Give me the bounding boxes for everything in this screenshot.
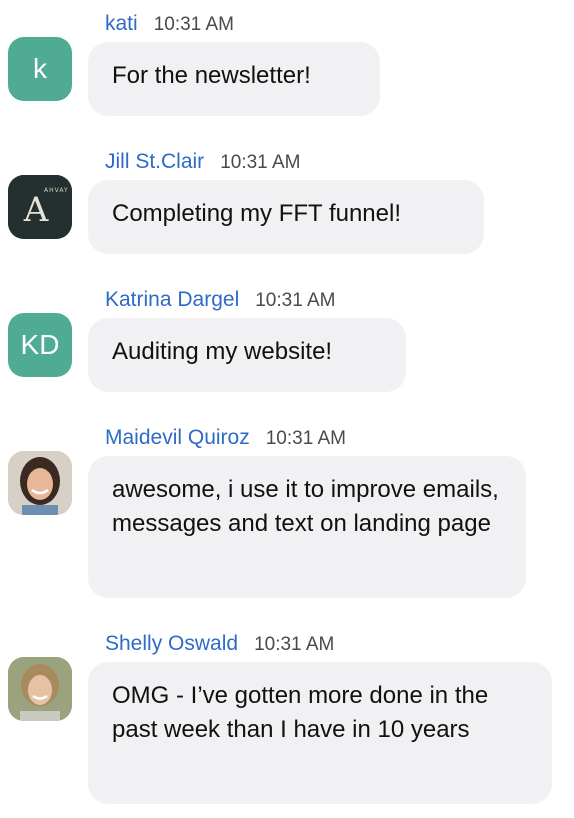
avatar[interactable]: k [8,37,72,101]
message-time: 10:31 AM [255,290,336,311]
avatar[interactable] [8,657,72,721]
message-header: kati 10:31 AM [105,12,234,36]
message-text: Auditing my website! [112,338,333,365]
message-header: Shelly Oswald 10:31 AM [105,632,334,656]
sender-name[interactable]: kati [105,12,138,35]
message-time: 10:31 AM [220,152,301,173]
svg-text:A: A [23,190,49,230]
message-bubble[interactable]: OMG - I’ve gotten more done in the past … [88,662,552,804]
sender-name[interactable]: Jill St.Clair [105,150,204,173]
message-time: 10:31 AM [153,14,234,35]
message-header: Maidevil Quiroz 10:31 AM [105,426,346,450]
avatar[interactable] [8,451,72,515]
message-bubble[interactable]: Auditing my website! [88,318,406,392]
svg-text:AHVAY: AHVAY [44,187,69,194]
sender-name[interactable]: Shelly Oswald [105,632,238,655]
ahvay-logo-icon: A AHVAY [8,175,72,239]
message-text: awesome, i use it to improve emails, mes… [112,476,499,537]
message-text: For the newsletter! [112,62,311,89]
message-text: Completing my FFT funnel! [112,200,401,227]
message-text: OMG - I’ve gotten more done in the past … [112,682,489,743]
message-header: Katrina Dargel 10:31 AM [105,288,336,312]
person-photo-icon [8,657,72,721]
message-bubble[interactable]: Completing my FFT funnel! [88,180,484,254]
avatar[interactable]: A AHVAY [8,175,72,239]
message-bubble[interactable]: For the newsletter! [88,42,380,116]
sender-name[interactable]: Katrina Dargel [105,288,239,311]
message-bubble[interactable]: awesome, i use it to improve emails, mes… [88,456,526,598]
message-time: 10:31 AM [254,634,335,655]
person-photo-icon [8,451,72,515]
avatar[interactable]: KD [8,313,72,377]
message-header: Jill St.Clair 10:31 AM [105,150,300,174]
avatar-initials: k [33,53,47,84]
avatar-initials: KD [20,329,60,360]
message-time: 10:31 AM [265,428,346,449]
sender-name[interactable]: Maidevil Quiroz [105,426,250,449]
